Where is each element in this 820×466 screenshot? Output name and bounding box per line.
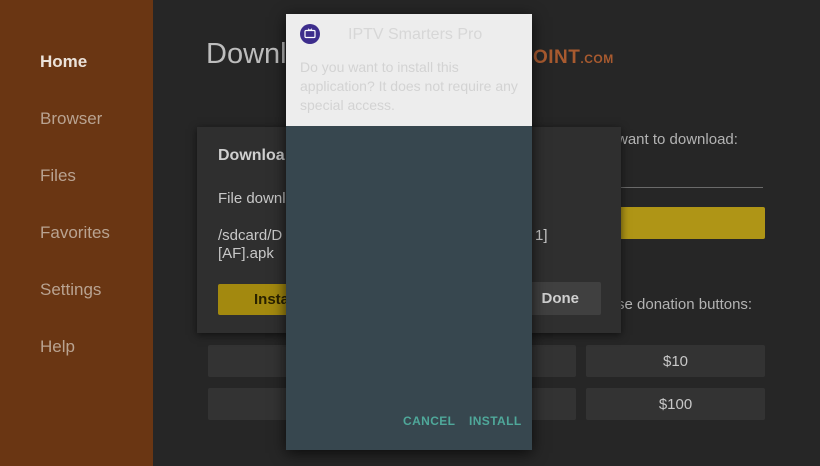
download-title: Downloa [218, 147, 285, 164]
install-message: Do you want to install this application?… [300, 59, 518, 113]
sidebar-item-browser[interactable]: Browser [40, 109, 102, 129]
sidebar-item-favorites[interactable]: Favorites [40, 223, 110, 243]
donation-prompt: se donation buttons: [617, 296, 753, 313]
brand-name: OINT [533, 47, 581, 68]
sidebar-item-help[interactable]: Help [40, 337, 75, 357]
brand-logo: OINT.COM [533, 47, 614, 69]
install-dialog-header: IPTV Smarters Pro Do you want to install… [286, 14, 532, 126]
go-button[interactable] [619, 207, 765, 239]
sidebar-item-home[interactable]: Home [40, 52, 87, 72]
cancel-button[interactable]: CANCEL [403, 414, 455, 428]
download-filename: [AF].apk [218, 245, 274, 262]
sidebar: Home Browser Files Favorites Settings He… [0, 0, 153, 466]
download-path-start: /sdcard/D [218, 227, 283, 244]
sidebar-item-files[interactable]: Files [40, 166, 76, 186]
donation-button-10[interactable]: $10 [586, 345, 765, 377]
app-name: IPTV Smarters Pro [348, 26, 483, 43]
download-done-label: Done [541, 290, 580, 307]
download-status: File downl [218, 190, 286, 207]
download-path-end: 1] [535, 227, 548, 244]
tv-icon [304, 28, 316, 39]
install-button[interactable]: INSTALL [469, 414, 522, 428]
page-title: Downl [206, 38, 287, 70]
sidebar-item-settings[interactable]: Settings [40, 280, 101, 300]
app-icon [300, 24, 320, 44]
url-prompt: want to download: [617, 131, 738, 148]
brand-suffix: .COM [580, 52, 614, 66]
install-dialog: IPTV Smarters Pro Do you want to install… [286, 14, 532, 450]
download-done-button[interactable]: Done [527, 282, 601, 315]
donation-button-100[interactable]: $100 [586, 388, 765, 420]
url-input[interactable] [621, 187, 763, 188]
download-install-label: Insta [254, 291, 290, 308]
